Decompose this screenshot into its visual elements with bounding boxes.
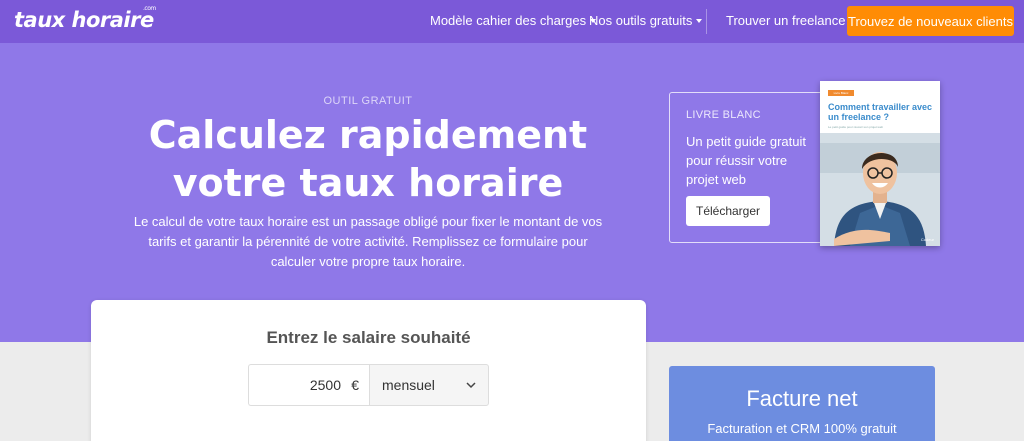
top-navbar: taux horaire .com Modèle cahier des char…	[0, 0, 1024, 43]
white-paper-kicker: LIVRE BLANC	[686, 109, 761, 121]
find-clients-button[interactable]: Trouvez de nouveaux clients	[847, 6, 1014, 36]
freelancer-photo-illustration	[820, 133, 940, 246]
brand-logo[interactable]: taux horaire .com	[14, 5, 156, 32]
brand-tld: .com	[143, 5, 156, 12]
white-paper-card: LIVRE BLANC Un petit guide gratuit pour …	[669, 92, 839, 243]
nav-item-label: Trouver un freelance	[726, 13, 846, 28]
hero-title: Calculez rapidement votre taux horaire	[0, 111, 736, 207]
nav-item-trouver-freelance[interactable]: Trouver un freelance	[726, 13, 845, 28]
white-paper-text: Un petit guide gratuit pour réussir votr…	[686, 134, 806, 187]
calculator-title: Entrez le salaire souhaité	[266, 328, 471, 347]
currency-symbol: €	[351, 377, 359, 393]
promo-subtitle: Facturation et CRM 100% gratuit	[707, 421, 897, 436]
brand-name-part2: horaire	[71, 8, 155, 32]
hero-kicker: OUTIL GRATUIT	[323, 95, 413, 107]
salary-amount-value: 2500	[309, 377, 341, 393]
promo-title: Facture net	[746, 386, 858, 411]
hero-title-line1: Calculez rapidement	[148, 113, 588, 157]
nav-item-outils-gratuits[interactable]: Nos outils gratuits	[589, 13, 703, 28]
brand-name-part1: taux	[14, 8, 72, 32]
book-title: Comment travailler avec un freelance ?	[828, 102, 933, 122]
book-tag: Livre Blanc	[828, 90, 854, 96]
facture-net-promo-card[interactable]: Facture net Facturation et CRM 100% grat…	[669, 366, 935, 441]
calculator-card: Entrez le salaire souhaité 2500 € mensue…	[91, 300, 646, 441]
nav-item-label: Nos outils gratuits	[589, 13, 693, 28]
book-publisher: Codeur	[920, 237, 934, 242]
book-cover-photo: Codeur	[820, 133, 940, 246]
salary-period-value: mensuel	[382, 377, 435, 393]
nav-item-cahier-des-charges[interactable]: Modèle cahier des charges	[430, 13, 597, 28]
nav-item-label: Modèle cahier des charges	[430, 13, 587, 28]
hero-subtext: Le calcul de votre taux horaire est un p…	[133, 214, 603, 269]
book-subtitle: Le petit guide pour réussir son projet w…	[828, 125, 884, 129]
caret-down-icon	[696, 19, 703, 23]
salary-amount-input[interactable]: 2500 €	[248, 364, 369, 406]
salary-period-select[interactable]: mensuel	[369, 364, 489, 406]
download-button[interactable]: Télécharger	[686, 196, 770, 226]
nav-divider	[706, 9, 707, 34]
white-paper-book-cover[interactable]: Livre Blanc Comment travailler avec un f…	[820, 81, 940, 246]
chevron-down-icon	[466, 382, 476, 389]
hero-title-line2: votre taux horaire	[172, 161, 564, 205]
